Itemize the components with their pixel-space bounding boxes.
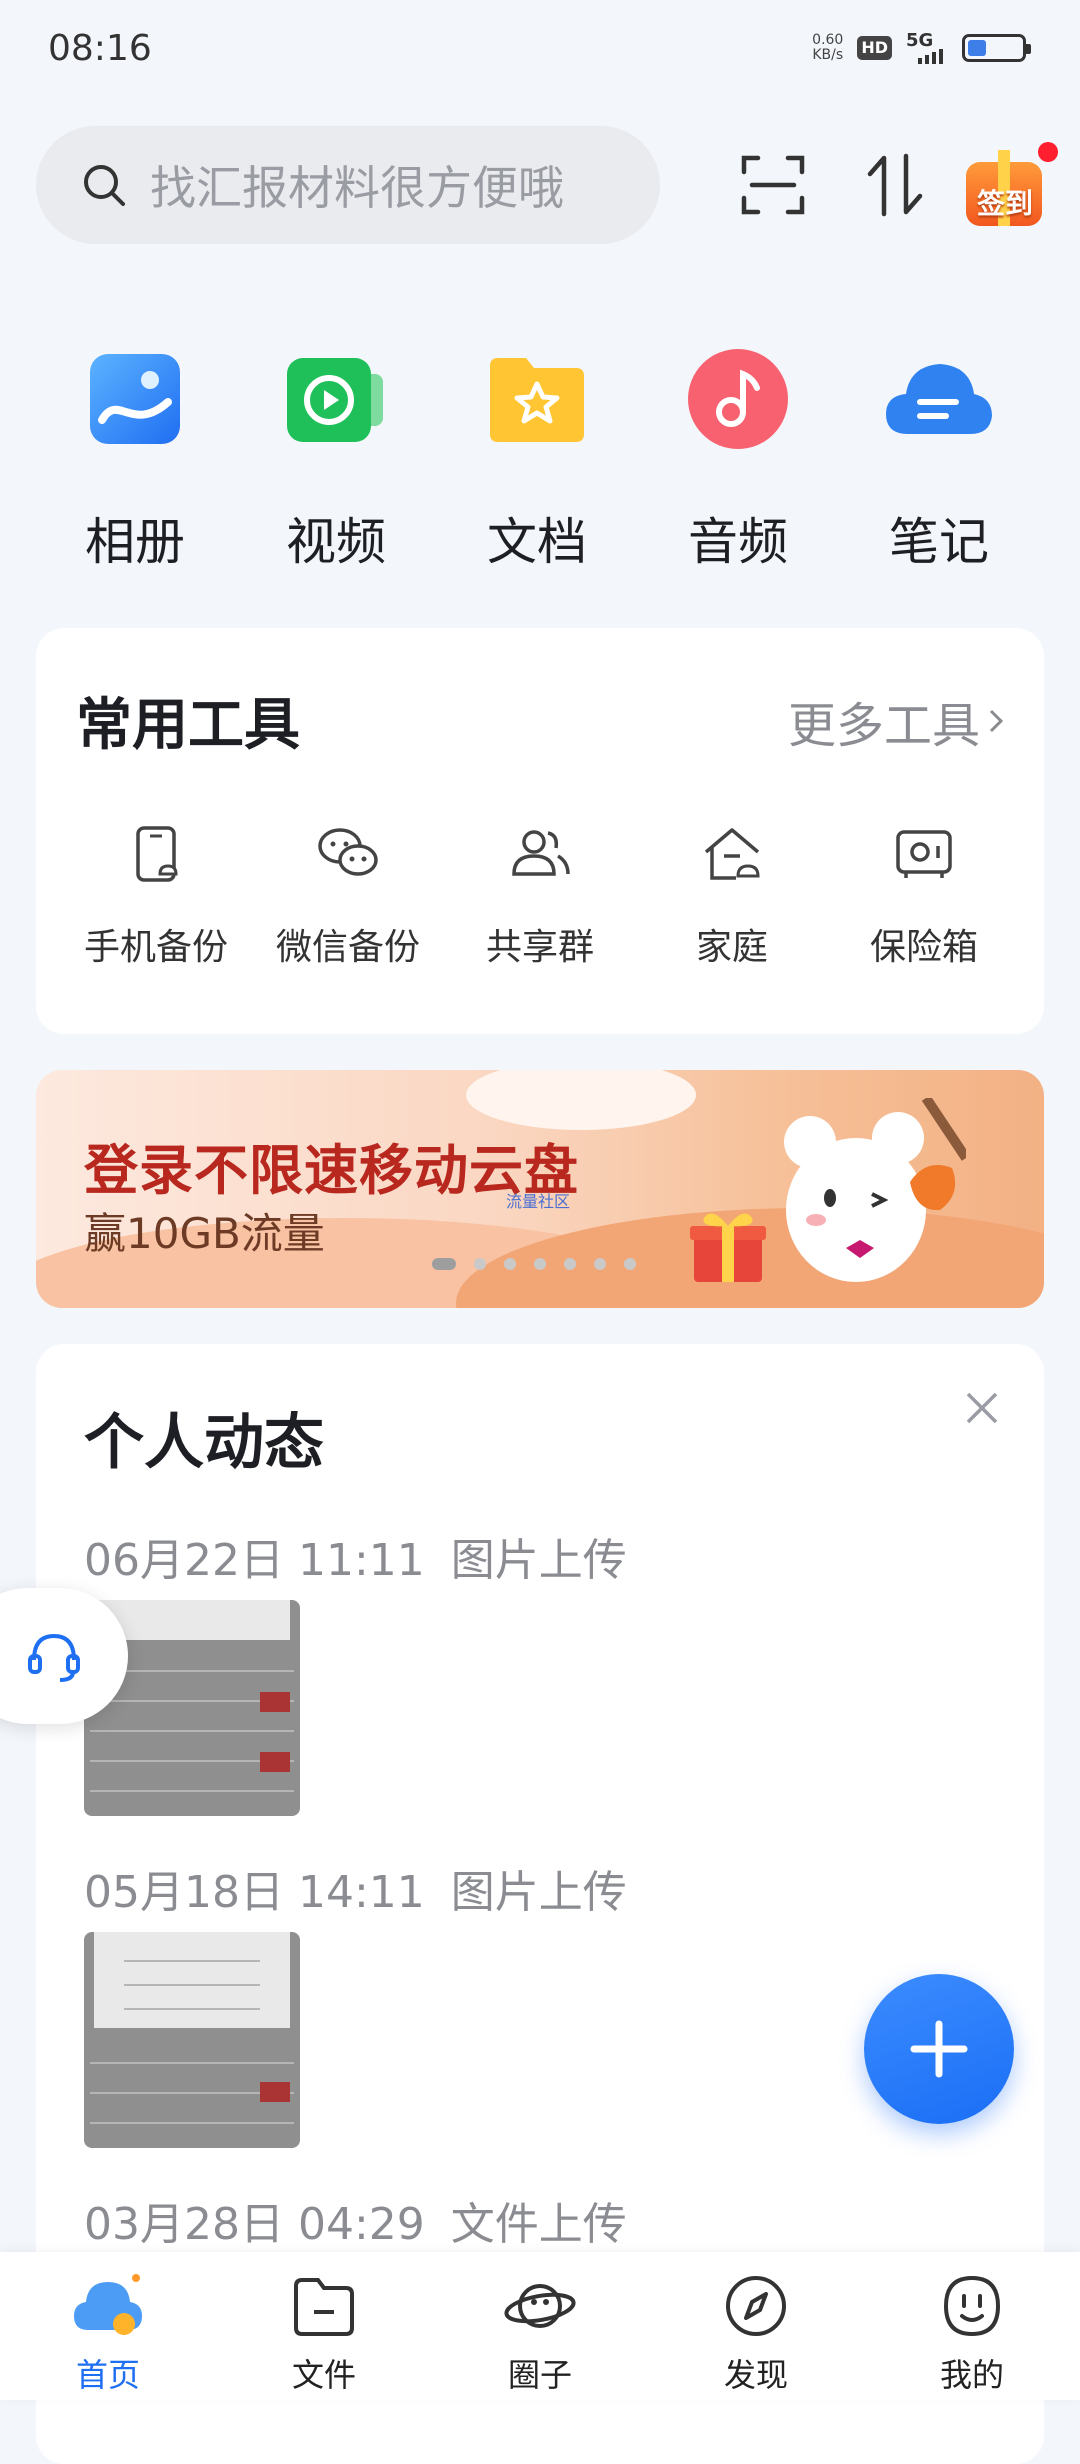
profile-face-icon <box>943 2275 1001 2337</box>
quick-nav-audio[interactable]: 音频 <box>638 344 838 574</box>
pagination-dot <box>594 1258 606 1270</box>
quick-nav-video[interactable]: 视频 <box>236 344 436 574</box>
signin-label: 签到 <box>976 187 1033 220</box>
planet-icon <box>504 2284 576 2328</box>
document-icon <box>490 358 584 442</box>
quick-nav-document[interactable]: 文档 <box>437 344 637 574</box>
quick-nav-album[interactable]: 相册 <box>35 344 235 574</box>
notification-dot <box>1038 142 1058 162</box>
audio-icon <box>688 349 788 449</box>
pagination-dot <box>624 1258 636 1270</box>
chevron-right-icon <box>989 709 1004 733</box>
gift-icon <box>690 1213 766 1282</box>
search-icon <box>84 165 125 206</box>
tool-wechat-backup[interactable]: 微信备份 <box>248 822 448 970</box>
family-icon <box>704 828 760 880</box>
compass-icon <box>726 2276 786 2336</box>
note-icon <box>886 364 992 434</box>
activity-title: 个人动态 <box>84 1408 324 1478</box>
scan-icon[interactable] <box>738 150 808 220</box>
net-speed: 0.60 KB/s <box>812 32 844 63</box>
activity-item-meta: 05月18日 14:11 图片上传 <box>84 1867 627 1918</box>
pagination-dot <box>432 1258 456 1270</box>
tab-discover[interactable]: 发现 <box>666 2270 846 2396</box>
activity-item-meta: 06月22日 11:11 图片上传 <box>84 1535 627 1586</box>
search-placeholder: 找汇报材料很方便哦 <box>150 161 564 215</box>
folder-icon <box>294 2278 354 2336</box>
transfer-icon[interactable] <box>860 150 930 220</box>
tools-title: 常用工具 <box>76 693 300 758</box>
plus-icon <box>910 2020 968 2078</box>
status-time: 08:16 <box>48 28 152 69</box>
battery-icon <box>962 34 1031 62</box>
more-tools-link[interactable]: 更多工具 <box>788 686 1004 756</box>
share-group-icon <box>512 830 570 876</box>
wechat-backup-icon <box>318 828 378 876</box>
banner-subline: 赢10GB流量 <box>84 1209 325 1258</box>
pagination-dot <box>534 1258 546 1270</box>
tab-files[interactable]: 文件 <box>234 2270 414 2396</box>
banner-pagination <box>432 1258 636 1270</box>
tab-mine[interactable]: 我的 <box>882 2270 1062 2396</box>
tab-home[interactable]: 首页 <box>18 2270 198 2396</box>
album-icon <box>90 354 180 444</box>
signal-icon: 5G <box>906 30 948 66</box>
tool-share-group[interactable]: 共享群 <box>440 822 640 970</box>
pagination-dot <box>504 1258 516 1270</box>
headset-icon <box>28 1633 80 1682</box>
tool-phone-backup[interactable]: 手机备份 <box>56 822 256 970</box>
phone-backup-icon <box>136 826 178 882</box>
video-icon <box>287 358 383 442</box>
cloud-home-icon <box>74 2274 142 2335</box>
activity-thumbnail[interactable] <box>84 1932 300 2148</box>
close-icon[interactable] <box>962 1388 1002 1428</box>
add-button[interactable] <box>864 1974 1014 2124</box>
hd-badge: HD <box>857 36 892 60</box>
signin-button[interactable]: 签到 <box>960 142 1058 232</box>
tab-circle[interactable]: 圈子 <box>450 2270 630 2396</box>
safe-icon <box>896 830 952 878</box>
status-icons: 0.60 KB/s HD 5G <box>812 30 1031 66</box>
search-input[interactable]: 找汇报材料很方便哦 <box>36 126 660 244</box>
banner-tag: 流量社区 <box>506 1192 571 1211</box>
pagination-dot <box>564 1258 576 1270</box>
activity-item-meta: 03月28日 04:29 文件上传 <box>84 2199 627 2250</box>
banner-headline: 登录不限速移动云盘 <box>84 1139 579 1202</box>
tool-family[interactable]: 家庭 <box>632 822 832 970</box>
mascot-illustration <box>784 1098 966 1282</box>
quick-nav-note[interactable]: 笔记 <box>839 344 1039 574</box>
promo-banner[interactable]: 登录不限速移动云盘 赢10GB流量 流量社区 <box>36 1070 1044 1308</box>
pagination-dot <box>474 1258 486 1270</box>
tool-safe[interactable]: 保险箱 <box>824 822 1024 970</box>
